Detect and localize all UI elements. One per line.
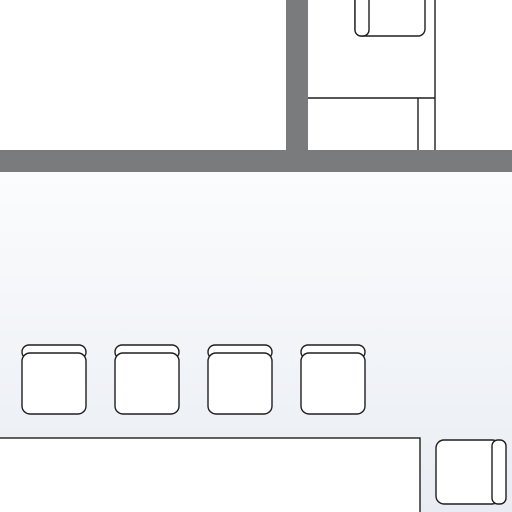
horizontal-wall [0, 150, 512, 172]
chair-top-room [354, 0, 426, 37]
vertical-wall [286, 0, 308, 172]
chair [300, 344, 366, 415]
chair [207, 344, 273, 415]
chair [21, 344, 87, 415]
floor-plan [0, 0, 512, 512]
long-table [0, 437, 421, 512]
chair-right [435, 439, 507, 505]
chair [114, 344, 180, 415]
